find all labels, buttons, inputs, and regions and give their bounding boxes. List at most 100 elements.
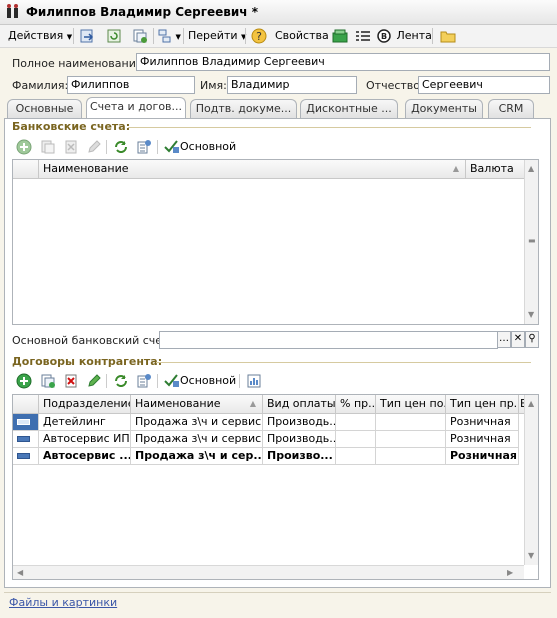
last-name-input[interactable]: Филиппов bbox=[67, 76, 195, 94]
scroll-down-icon[interactable]: ▼ bbox=[528, 551, 534, 560]
row-marker[interactable] bbox=[13, 431, 39, 448]
horizontal-scrollbar[interactable]: ◀ ▶ bbox=[13, 565, 524, 579]
full-name-input[interactable]: Филиппов Владимир Сергеевич bbox=[136, 53, 550, 71]
copy-doc-icon[interactable] bbox=[132, 28, 148, 44]
properties-button[interactable]: Свойства bbox=[275, 28, 329, 44]
scroll-thumb-icon[interactable]: ▬ bbox=[528, 236, 536, 245]
clear-icon[interactable]: ✕ bbox=[511, 331, 525, 348]
row-marker[interactable] bbox=[13, 414, 39, 431]
column-header-payment-type[interactable]: Вид оплаты bbox=[263, 395, 336, 414]
footer-divider bbox=[4, 592, 551, 593]
tab-crm[interactable]: CRM bbox=[488, 99, 534, 118]
delete-icon[interactable] bbox=[63, 139, 79, 155]
svg-text:?: ? bbox=[256, 30, 262, 43]
set-main-bank-button[interactable]: Основной bbox=[164, 139, 236, 155]
scroll-right-icon[interactable]: ▶ bbox=[507, 568, 513, 577]
column-header-department[interactable]: Подразделение bbox=[39, 395, 131, 414]
edit-icon[interactable] bbox=[86, 373, 102, 389]
table-cell[interactable]: Автосервис ... bbox=[39, 448, 131, 465]
toolbar-separator bbox=[183, 28, 184, 44]
vertical-scrollbar[interactable]: ▲ ▬ ▼ bbox=[524, 160, 538, 324]
select-ellipsis-button[interactable]: … bbox=[497, 331, 511, 348]
actions-menu-button[interactable]: Действия ▼ bbox=[8, 28, 72, 44]
row-icon bbox=[17, 453, 30, 459]
last-name-label: Фамилия: bbox=[12, 79, 69, 92]
add-icon[interactable] bbox=[16, 373, 32, 389]
go-menu-button[interactable]: Перейти ▼ bbox=[188, 28, 246, 44]
table-cell[interactable]: Розничная bbox=[446, 448, 519, 465]
save-and-close-icon[interactable] bbox=[79, 28, 95, 44]
table-cell[interactable]: Продажа з\ч и сервис ... bbox=[131, 414, 263, 431]
column-header-percent[interactable]: % пр... bbox=[336, 395, 376, 414]
tab-discount-cards[interactable]: Дисконтные ... bbox=[300, 99, 398, 118]
toolbar-separator bbox=[245, 28, 246, 44]
table-cell[interactable] bbox=[336, 448, 376, 465]
main-bank-account-input[interactable] bbox=[159, 331, 498, 349]
set-main-contract-button[interactable]: Основной bbox=[164, 373, 236, 389]
settings-list-icon[interactable] bbox=[136, 373, 152, 389]
table-cell[interactable]: Розничная bbox=[446, 414, 519, 431]
table-cell[interactable]: Розничная bbox=[446, 431, 519, 448]
add-icon[interactable] bbox=[16, 139, 32, 155]
table-cell[interactable]: Производь... bbox=[263, 431, 336, 448]
table-cell[interactable]: Произво... bbox=[263, 448, 336, 465]
chevron-down-icon: ▼ bbox=[175, 33, 181, 41]
section-divider bbox=[128, 127, 531, 128]
table-cell[interactable] bbox=[376, 448, 446, 465]
middle-name-input[interactable]: Сергеевич bbox=[418, 76, 550, 94]
folder-icon[interactable] bbox=[440, 28, 456, 44]
bank-accounts-table[interactable]: Наименование ▲ Валюта ▲ ▬ ▼ bbox=[12, 159, 539, 325]
search-icon[interactable]: ⚲ bbox=[525, 331, 539, 348]
list-icon[interactable] bbox=[355, 28, 371, 44]
table-cell[interactable] bbox=[336, 431, 376, 448]
scroll-up-icon[interactable]: ▲ bbox=[528, 399, 534, 408]
delete-icon[interactable] bbox=[63, 373, 79, 389]
tab-confirm-docs[interactable]: Подтв. докуме... bbox=[190, 99, 297, 118]
refresh-doc-icon[interactable] bbox=[106, 28, 122, 44]
go-label: Перейти bbox=[188, 29, 238, 42]
table-header-marker bbox=[13, 160, 39, 179]
first-name-label: Имя: bbox=[200, 79, 227, 92]
tab-accounts-contracts[interactable]: Счета и догов... bbox=[86, 97, 186, 119]
report-icon[interactable] bbox=[246, 373, 262, 389]
column-header-contract-name[interactable]: Наименование ▲ bbox=[131, 395, 263, 414]
settings-list-icon[interactable] bbox=[136, 139, 152, 155]
feed-button[interactable]: B Лента bbox=[377, 28, 432, 44]
copy-row-icon[interactable] bbox=[40, 139, 56, 155]
files-and-images-link[interactable]: Файлы и картинки bbox=[9, 596, 117, 609]
scroll-down-icon[interactable]: ▼ bbox=[528, 310, 534, 319]
table-cell[interactable]: Автосервис ИП bbox=[39, 431, 131, 448]
cash-register-icon[interactable] bbox=[332, 28, 348, 44]
edit-icon[interactable] bbox=[86, 139, 102, 155]
scroll-up-icon[interactable]: ▲ bbox=[528, 164, 534, 173]
checkmark-icon bbox=[164, 140, 179, 153]
table-cell[interactable]: Производь... bbox=[263, 414, 336, 431]
column-header-currency[interactable]: Валюта bbox=[466, 160, 526, 179]
table-cell[interactable] bbox=[336, 414, 376, 431]
column-header-price-type-in[interactable]: Тип цен по... bbox=[376, 395, 446, 414]
full-name-label: Полное наименование: bbox=[12, 57, 147, 70]
tab-main[interactable]: Основные bbox=[7, 99, 82, 118]
toolbar-separator bbox=[239, 374, 240, 388]
bank-accounts-title: Банковские счета: bbox=[12, 120, 131, 133]
column-header-price-type-out[interactable]: Тип цен пр... bbox=[446, 395, 519, 414]
table-cell[interactable]: Продажа з\ч и сервис ... bbox=[131, 431, 263, 448]
refresh-icon[interactable] bbox=[113, 373, 129, 389]
table-cell[interactable] bbox=[376, 414, 446, 431]
structure-menu-button[interactable]: ▼ bbox=[158, 28, 181, 44]
column-header-name-label: Наименование bbox=[43, 162, 129, 175]
vertical-scrollbar[interactable]: ▲ ▼ bbox=[524, 395, 538, 565]
column-header-name[interactable]: Наименование ▲ bbox=[39, 160, 466, 179]
first-name-input[interactable]: Владимир bbox=[227, 76, 357, 94]
table-cell[interactable]: Детейлинг bbox=[39, 414, 131, 431]
refresh-icon[interactable] bbox=[113, 139, 129, 155]
copy-row-icon[interactable] bbox=[40, 373, 56, 389]
contracts-table[interactable]: Подразделение Наименование ▲ Вид оплаты … bbox=[12, 394, 539, 580]
table-cell[interactable]: Продажа з\ч и сер... bbox=[131, 448, 263, 465]
help-icon[interactable]: ? bbox=[251, 28, 267, 44]
tab-documents[interactable]: Документы bbox=[405, 99, 483, 118]
scroll-left-icon[interactable]: ◀ bbox=[17, 568, 23, 577]
table-cell[interactable] bbox=[376, 431, 446, 448]
svg-text:B: B bbox=[381, 32, 387, 41]
row-marker[interactable] bbox=[13, 448, 39, 465]
